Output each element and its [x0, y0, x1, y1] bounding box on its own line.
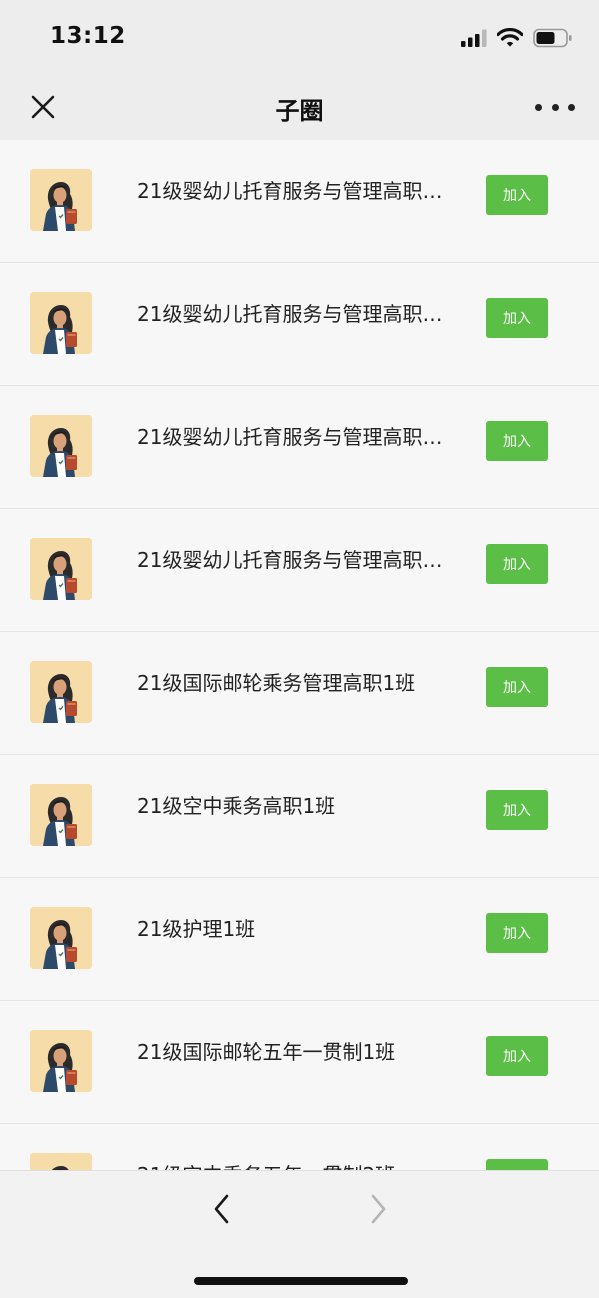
- group-avatar: [30, 784, 92, 846]
- group-avatar: [30, 907, 92, 969]
- join-button[interactable]: 加入: [486, 667, 548, 707]
- group-list-item[interactable]: 21级婴幼儿托育服务与管理高职3班 加入: [0, 386, 599, 509]
- nav-bar: 子圈: [0, 72, 599, 140]
- group-title: 21级空中乘务五年一贯制2班: [137, 1159, 447, 1170]
- group-list-item[interactable]: 21级婴幼儿托育服务与管理高职4班 加入: [0, 509, 599, 632]
- group-list-item[interactable]: 21级国际邮轮五年一贯制1班 加入: [0, 1001, 599, 1124]
- status-bar: 13:12: [0, 0, 599, 72]
- group-avatar: [30, 292, 92, 354]
- wifi-icon: [497, 28, 523, 47]
- group-list-item[interactable]: 21级空中乘务高职1班 加入: [0, 755, 599, 878]
- group-list-item[interactable]: 21级空中乘务五年一贯制2班 加入: [0, 1124, 599, 1170]
- battery-icon: [533, 28, 572, 48]
- group-title: 21级国际邮轮五年一贯制1班: [137, 1040, 396, 1064]
- more-icon[interactable]: [535, 94, 575, 120]
- status-time: 13:12: [50, 23, 126, 49]
- status-icons: [461, 26, 573, 50]
- group-avatar: [30, 169, 92, 231]
- group-list: 21级婴幼儿托育服务与管理高职1班 加入 21级婴幼儿托育服务与管理高职2班 加入 …: [0, 140, 599, 1170]
- join-button[interactable]: 加入: [486, 421, 548, 461]
- group-title: 21级护理1班: [137, 917, 256, 941]
- group-title: 21级空中乘务高职1班: [137, 794, 336, 818]
- join-button[interactable]: 加入: [486, 298, 548, 338]
- chevron-right-icon[interactable]: [362, 1191, 394, 1227]
- join-button[interactable]: 加入: [486, 1159, 548, 1170]
- cellular-signal-icon: [461, 29, 487, 47]
- group-title: 21级婴幼儿托育服务与管理高职3班: [137, 425, 447, 449]
- group-avatar: [30, 538, 92, 600]
- bottom-toolbar: [0, 1170, 599, 1298]
- group-avatar: [30, 661, 92, 723]
- join-button[interactable]: 加入: [486, 1036, 548, 1076]
- group-avatar: [30, 1030, 92, 1092]
- join-button[interactable]: 加入: [486, 913, 548, 953]
- group-list-item[interactable]: 21级护理1班 加入: [0, 878, 599, 1001]
- join-button[interactable]: 加入: [486, 790, 548, 830]
- group-avatar: [30, 1153, 92, 1170]
- group-title: 21级婴幼儿托育服务与管理高职2班: [137, 302, 447, 326]
- page-title: 子圈: [275, 97, 324, 125]
- group-list-item[interactable]: 21级婴幼儿托育服务与管理高职2班 加入: [0, 263, 599, 386]
- chevron-left-icon[interactable]: [206, 1191, 238, 1227]
- group-list-item[interactable]: 21级国际邮轮乘务管理高职1班 加入: [0, 632, 599, 755]
- group-list-item[interactable]: 21级婴幼儿托育服务与管理高职1班 加入: [0, 140, 599, 263]
- group-title: 21级婴幼儿托育服务与管理高职1班: [137, 179, 447, 203]
- group-title: 21级婴幼儿托育服务与管理高职4班: [137, 548, 447, 572]
- join-button[interactable]: 加入: [486, 175, 548, 215]
- join-button[interactable]: 加入: [486, 544, 548, 584]
- group-title: 21级国际邮轮乘务管理高职1班: [137, 671, 416, 695]
- group-avatar: [30, 415, 92, 477]
- home-indicator[interactable]: [194, 1277, 408, 1285]
- wechat-subcircle-screen: 13:12 子圈 21级婴幼儿托育服务与管理高职1班 加入 21级婴幼儿托育服务…: [0, 0, 599, 1298]
